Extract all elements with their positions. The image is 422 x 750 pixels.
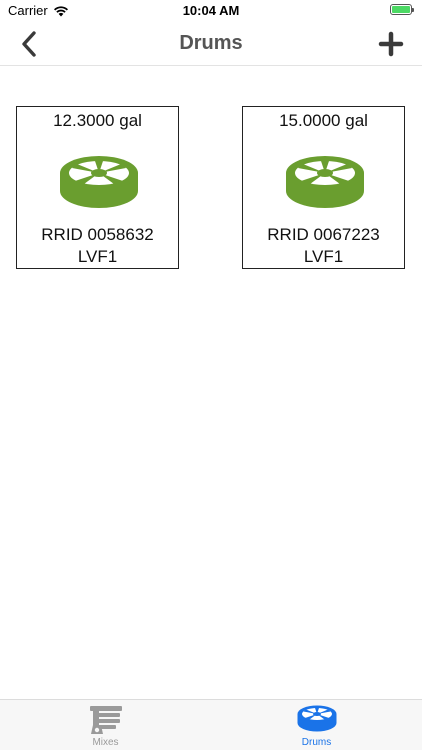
drum-grid: 12.3000 gal RRID 0058632 LVF1 15.0000 ga… xyxy=(0,67,422,699)
tab-drums[interactable]: Drums xyxy=(211,700,422,750)
tab-mixes[interactable]: Mixes xyxy=(0,700,211,750)
page-title: Drums xyxy=(179,32,243,54)
status-time: 10:04 AM xyxy=(182,3,240,18)
drum-volume: 15.0000 gal xyxy=(279,111,368,130)
add-drum-button[interactable] xyxy=(376,28,406,60)
battery-icon xyxy=(390,4,414,15)
battery-fill xyxy=(392,6,410,13)
nav-bar: Drums xyxy=(0,22,422,66)
tab-mixes-label: Mixes xyxy=(92,737,119,748)
status-right xyxy=(390,4,414,15)
drum-code: LVF1 xyxy=(77,247,118,266)
tab-drums-label: Drums xyxy=(301,737,332,748)
drum-card[interactable]: 15.0000 gal RRID 0067223 LVF1 xyxy=(242,106,405,269)
plus-icon xyxy=(378,31,404,57)
drum-icon xyxy=(286,156,364,208)
drum-card[interactable]: 12.3000 gal RRID 0058632 LVF1 xyxy=(16,106,179,269)
drum-icon xyxy=(60,156,138,208)
drum-code: LVF1 xyxy=(303,247,344,266)
status-bar: Carrier 10:04 AM xyxy=(0,0,422,22)
drum-rrid: RRID 0058632 xyxy=(41,225,154,244)
mixer-icon xyxy=(89,706,122,734)
drum-volume: 12.3000 gal xyxy=(53,111,142,130)
tab-bar: Mixes Drums xyxy=(0,699,422,750)
drum-icon xyxy=(297,705,336,732)
drum-rrid: RRID 0067223 xyxy=(267,225,380,244)
screen: Carrier 10:04 AM Drums 12.3000 gal RRID … xyxy=(0,0,422,750)
